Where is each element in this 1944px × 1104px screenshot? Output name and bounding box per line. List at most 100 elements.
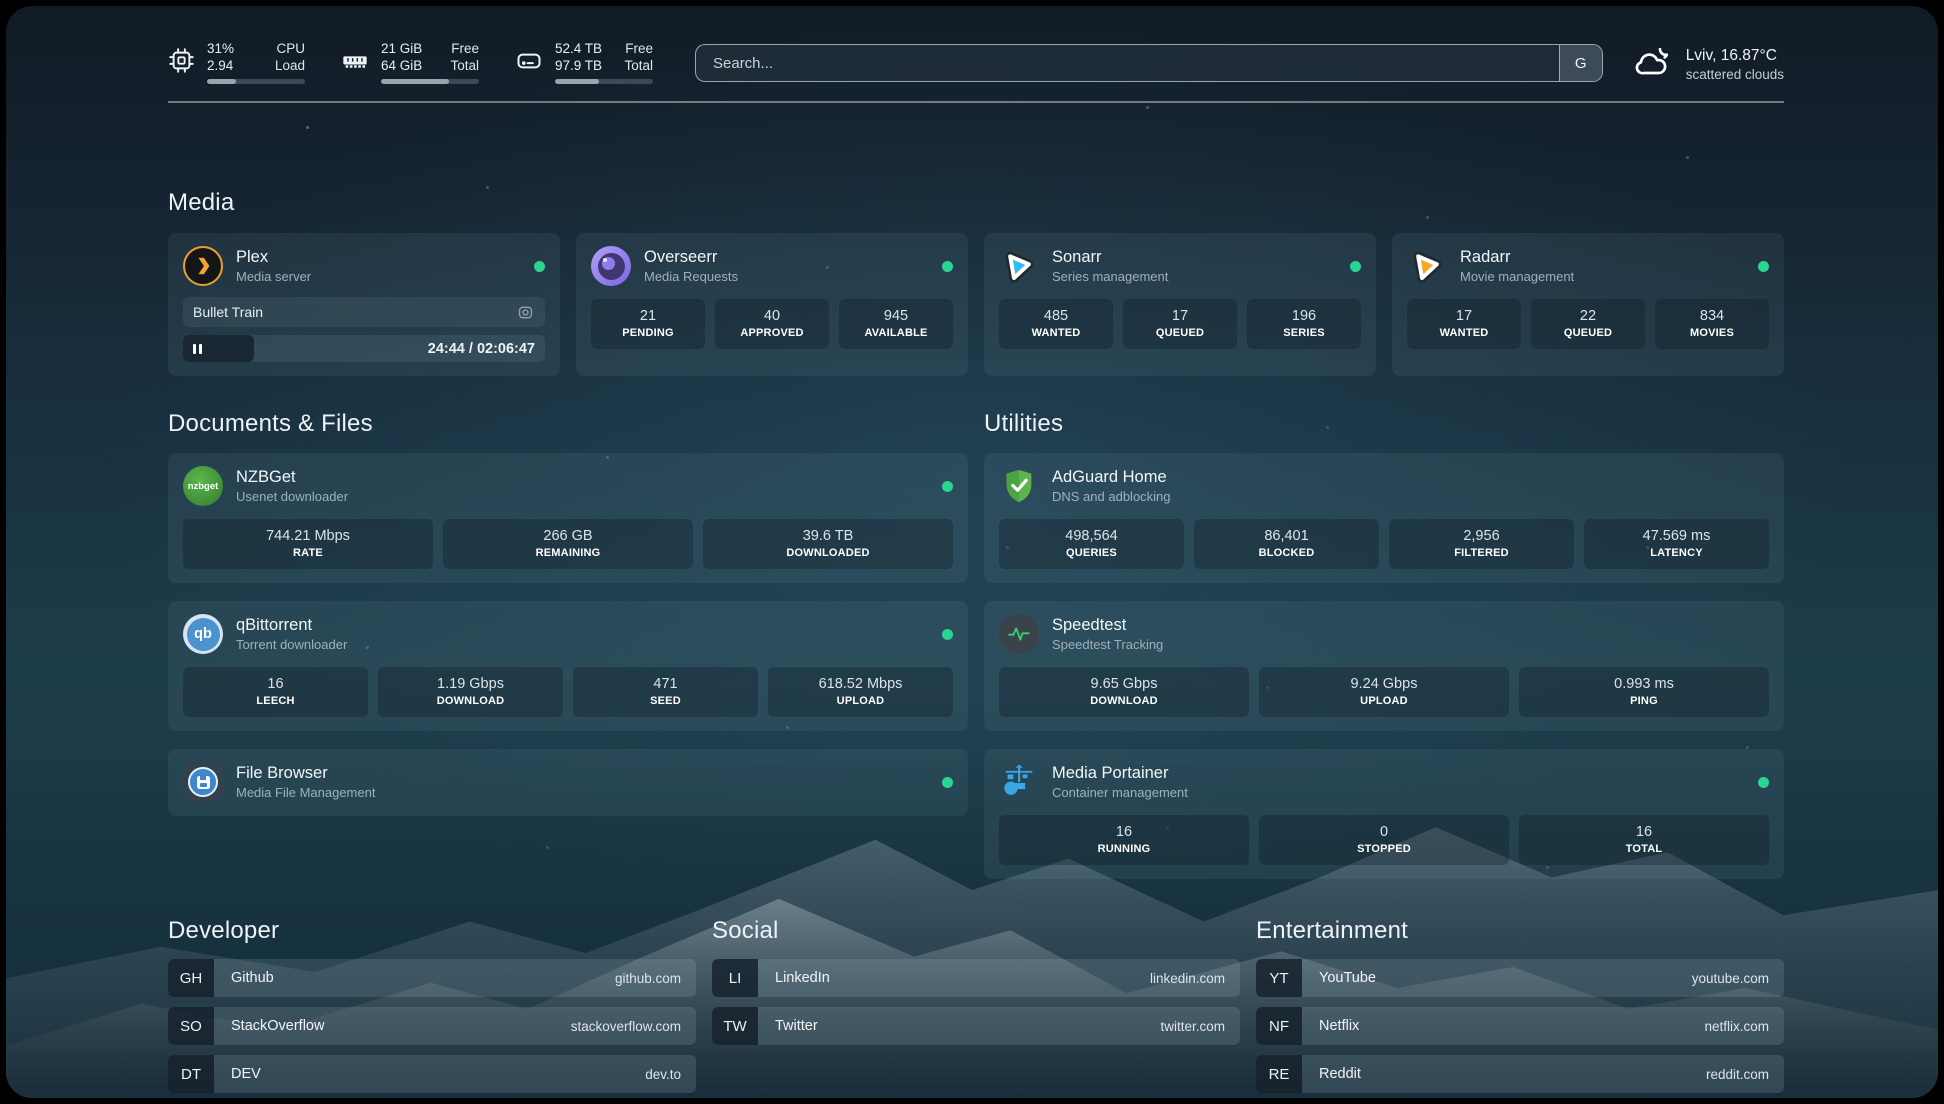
stat-queued: 17 QUEUED — [1123, 299, 1237, 349]
weather-location-temp: Lviv, 16.87°C — [1686, 47, 1784, 65]
cpu-load-label: Load — [275, 57, 305, 74]
stat-downloaded: 39.6 TB DOWNLOADED — [703, 519, 953, 569]
section-title-entertainment: Entertainment — [1256, 917, 1784, 945]
bookmark-domain: github.com — [615, 959, 696, 997]
stat-pending: 21 PENDING — [591, 299, 705, 349]
plex-icon — [183, 246, 223, 286]
service-name: Overseerr — [644, 248, 738, 267]
stat-rate: 744.21 Mbps RATE — [183, 519, 433, 569]
overseerr-icon — [591, 246, 631, 286]
status-dot — [942, 261, 953, 272]
bookmark-abbr: DT — [168, 1055, 214, 1093]
video-view-icon — [516, 303, 535, 322]
documents-column: Documents & Files nzbget NZBGet Usenet d… — [168, 410, 968, 879]
disk-progress-bar — [555, 79, 653, 84]
weather-widget[interactable]: Lviv, 16.87°C scattered clouds — [1633, 42, 1784, 87]
service-description: Series management — [1052, 269, 1168, 284]
status-dot — [1758, 261, 1769, 272]
dashboard-page: 31% 2.94 CPU Load — [6, 6, 1938, 1093]
service-description: Torrent downloader — [236, 637, 347, 652]
cpu-icon — [168, 47, 195, 84]
service-card-speedtest[interactable]: Speedtest Speedtest Tracking 9.65 Gbps D… — [984, 601, 1784, 731]
bookmark-domain: reddit.com — [1706, 1055, 1784, 1093]
service-card-nzbget[interactable]: nzbget NZBGet Usenet downloader 744.21 M… — [168, 453, 968, 583]
ram-icon — [341, 47, 369, 84]
bookmark-dev[interactable]: DT DEV dev.to — [168, 1055, 696, 1093]
ram-free-label: Free — [450, 40, 479, 57]
disk-icon — [515, 47, 543, 84]
stat-ping: 0.993 ms PING — [1519, 667, 1769, 717]
service-card-radarr[interactable]: Radarr Movie management 17 WANTED 22 QUE… — [1392, 233, 1784, 376]
service-description: Media File Management — [236, 785, 375, 800]
dashboard-screen: 31% 2.94 CPU Load — [6, 6, 1938, 1098]
service-description: Media Requests — [644, 269, 738, 284]
bookmark-name: DEV — [214, 1055, 261, 1093]
service-description: Speedtest Tracking — [1052, 637, 1163, 652]
bookmark-abbr: TW — [712, 1007, 758, 1045]
plex-progress-bar: 24:44 / 02:06:47 — [183, 335, 545, 362]
service-name: qBittorrent — [236, 616, 347, 635]
service-description: Usenet downloader — [236, 489, 348, 504]
bookmark-group-entertainment: Entertainment YT YouTube youtube.com NF … — [1256, 917, 1784, 1093]
cpu-progress-bar — [207, 79, 305, 84]
service-name: Media Portainer — [1052, 764, 1188, 783]
disk-widget: 52.4 TB 97.9 TB Free Total — [515, 40, 653, 84]
nzbget-icon: nzbget — [183, 466, 223, 506]
disk-free-label: Free — [624, 40, 653, 57]
bookmark-domain: twitter.com — [1160, 1007, 1240, 1045]
top-bar: 31% 2.94 CPU Load — [168, 40, 1784, 87]
bookmark-reddit[interactable]: RE Reddit reddit.com — [1256, 1055, 1784, 1093]
portainer-icon — [999, 762, 1039, 802]
service-card-sonarr[interactable]: Sonarr Series management 485 WANTED 17 Q… — [984, 233, 1376, 376]
status-dot — [942, 481, 953, 492]
media-grid: Plex Media server Bullet Train — [168, 233, 1784, 376]
bookmark-youtube[interactable]: YT YouTube youtube.com — [1256, 959, 1784, 997]
service-name: Radarr — [1460, 248, 1574, 267]
stat-queries: 498,564 QUERIES — [999, 519, 1184, 569]
stat-queued: 22 QUEUED — [1531, 299, 1645, 349]
search-provider-button[interactable]: G — [1559, 45, 1602, 81]
cpu-usage-value: 31% — [207, 40, 234, 57]
stat-movies: 834 MOVIES — [1655, 299, 1769, 349]
section-title-utilities: Utilities — [984, 410, 1784, 438]
service-card-adguard[interactable]: AdGuard Home DNS and adblocking 498,564 … — [984, 453, 1784, 583]
bookmark-domain: stackoverflow.com — [571, 1007, 696, 1045]
cpu-widget: 31% 2.94 CPU Load — [168, 40, 305, 84]
bookmark-domain: linkedin.com — [1150, 959, 1240, 997]
bookmark-group-social: Social LI LinkedIn linkedin.com TW Twitt… — [712, 917, 1240, 1093]
stat-series: 196 SERIES — [1247, 299, 1361, 349]
plex-time: 24:44 / 02:06:47 — [428, 341, 535, 357]
bookmark-name: Twitter — [758, 1007, 818, 1045]
search-input[interactable] — [696, 45, 1559, 81]
service-description: DNS and adblocking — [1052, 489, 1171, 504]
bookmark-abbr: SO — [168, 1007, 214, 1045]
service-description: Container management — [1052, 785, 1188, 800]
bookmark-netflix[interactable]: NF Netflix netflix.com — [1256, 1007, 1784, 1045]
service-card-plex[interactable]: Plex Media server Bullet Train — [168, 233, 560, 376]
service-description: Movie management — [1460, 269, 1574, 284]
section-title-media: Media — [168, 189, 1784, 217]
service-name: Plex — [236, 248, 311, 267]
status-dot — [534, 261, 545, 272]
status-dot — [1350, 261, 1361, 272]
radarr-icon — [1407, 246, 1447, 286]
bookmark-abbr: YT — [1256, 959, 1302, 997]
bookmark-abbr: LI — [712, 959, 758, 997]
bookmark-stackoverflow[interactable]: SO StackOverflow stackoverflow.com — [168, 1007, 696, 1045]
service-card-filebrowser[interactable]: File Browser Media File Management — [168, 749, 968, 816]
bookmark-twitter[interactable]: TW Twitter twitter.com — [712, 1007, 1240, 1045]
service-card-overseerr[interactable]: Overseerr Media Requests 21 PENDING 40 A… — [576, 233, 968, 376]
search-bar: G — [695, 44, 1603, 82]
service-name: Speedtest — [1052, 616, 1163, 635]
bookmark-linkedin[interactable]: LI LinkedIn linkedin.com — [712, 959, 1240, 997]
service-card-qbittorrent[interactable]: qb qBittorrent Torrent downloader 16 — [168, 601, 968, 731]
bookmark-abbr: NF — [1256, 1007, 1302, 1045]
stat-running: 16 RUNNING — [999, 815, 1249, 865]
status-dot — [1758, 777, 1769, 788]
bookmark-github[interactable]: GH Github github.com — [168, 959, 696, 997]
stat-download: 9.65 Gbps DOWNLOAD — [999, 667, 1249, 717]
disk-total-value: 97.9 TB — [555, 57, 602, 74]
stat-seed: 471 SEED — [573, 667, 758, 717]
bookmark-name: LinkedIn — [758, 959, 830, 997]
service-card-portainer[interactable]: Media Portainer Container management 16 … — [984, 749, 1784, 879]
